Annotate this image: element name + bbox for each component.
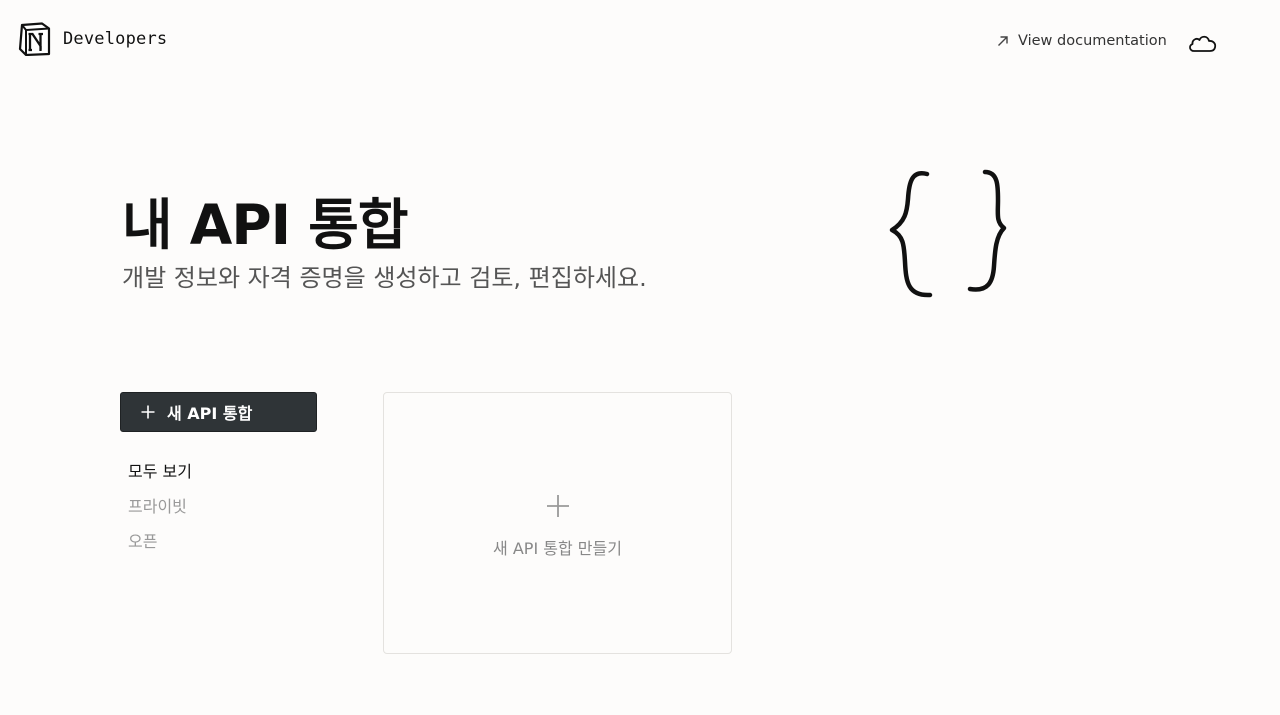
create-integration-label: 새 API 통합 만들기 [493, 539, 622, 558]
create-integration-card[interactable]: 새 API 통합 만들기 [383, 392, 732, 654]
filter-public[interactable]: 오픈 [128, 530, 192, 565]
brand-home-link[interactable]: Developers [18, 22, 167, 56]
new-integration-label: 새 API 통합 [167, 404, 253, 423]
view-documentation-label: View documentation [1018, 33, 1167, 49]
page-subtitle: 개발 정보와 자격 증명을 생성하고 검토, 편집하세요. [122, 264, 647, 292]
curly-braces-icon [889, 169, 1007, 298]
filter-all[interactable]: 모두 보기 [128, 460, 192, 495]
cloud-icon[interactable] [1186, 30, 1218, 56]
plus-icon [141, 405, 155, 419]
page-title: 내 API 통합 [122, 193, 408, 257]
brand-title: Developers [63, 29, 168, 49]
arrow-up-right-icon [998, 36, 1008, 46]
filter-private[interactable]: 프라이빗 [128, 495, 192, 530]
top-header: Developers View documentation [0, 0, 1280, 84]
view-documentation-link[interactable]: View documentation [996, 33, 1167, 49]
notion-logo-icon [18, 22, 51, 56]
plus-icon [547, 495, 569, 517]
new-integration-button[interactable]: 새 API 통합 [120, 392, 317, 432]
integration-filter-list: 모두 보기 프라이빗 오픈 [128, 460, 192, 565]
